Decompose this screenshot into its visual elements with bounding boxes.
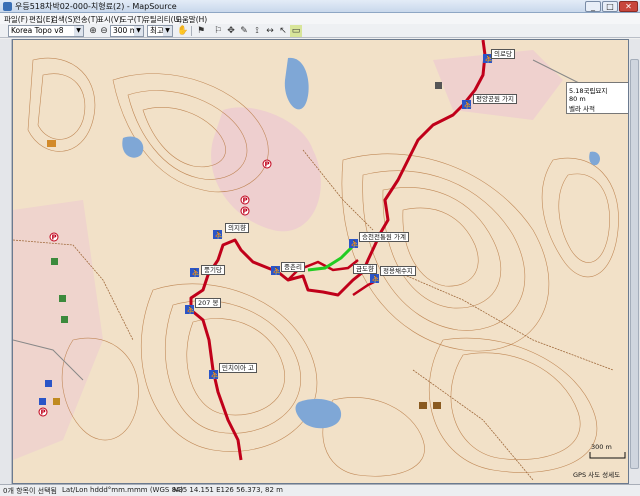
- svg-text:P: P: [41, 409, 46, 417]
- map-product-value: Korea Topo v8: [11, 26, 64, 35]
- spot-label: 벨라 사적: [569, 105, 595, 113]
- app-icon: [3, 2, 12, 11]
- detail-select[interactable]: 최고 ▼: [147, 25, 173, 37]
- title-bar: 우등518차박02-000-치형료(2) - MapSource _ □ ✕: [0, 0, 640, 13]
- svg-text:P: P: [243, 197, 248, 205]
- toolbar-separator: [191, 26, 192, 36]
- zoom-level-select[interactable]: 300 m ▼: [110, 25, 144, 37]
- pencil-icon[interactable]: ✎: [238, 25, 250, 37]
- map-hand-icon[interactable]: ✋: [177, 25, 189, 37]
- svg-text:⛹: ⛹: [372, 275, 381, 284]
- status-selection: 0개 항목이 선택됨: [3, 487, 57, 495]
- toolbar: Korea Topo v8 ▼ ⊕ ⊖ 300 m ▼ 최고 ▼ ✋ ⚑ ⚐ ✥…: [0, 24, 640, 38]
- svg-text:P: P: [265, 161, 270, 169]
- flag-icon[interactable]: ⚐: [212, 25, 224, 37]
- map-label-minchi[interactable]: 민치이아 고: [219, 363, 257, 373]
- chevron-down-icon: ▼: [134, 26, 143, 36]
- svg-text:P: P: [52, 234, 57, 242]
- svg-text:⛹: ⛹: [187, 306, 196, 315]
- scrollbar-thumb[interactable]: [630, 59, 639, 469]
- map-label-reservoir[interactable]: 정용채수지: [380, 266, 416, 276]
- map-label-punggidang[interactable]: 풍기당: [201, 265, 225, 275]
- track-icon[interactable]: ⟟: [251, 25, 263, 37]
- gps-note: GPS 사도 성세도: [573, 471, 621, 479]
- distance-label: 80 m: [569, 95, 586, 103]
- hiker-icon: ⛹: [349, 239, 359, 249]
- status-format: Lat/Lon hddd°mm.mmm (WGS 84): [62, 486, 184, 494]
- close-button[interactable]: ✕: [619, 1, 638, 12]
- svg-text:⛹: ⛹: [211, 371, 220, 380]
- map-label-seungcheon[interactable]: 승천전통원 가계: [359, 232, 409, 242]
- route-tool-icon[interactable]: ▭: [290, 25, 302, 37]
- minimize-button[interactable]: _: [585, 1, 601, 12]
- svg-text:⛹: ⛹: [351, 240, 360, 249]
- hiker-icon: ⛹: [462, 100, 472, 110]
- map-view[interactable]: ⛹ ⛹ ⛹ ⛹ ⛹ ⛹ ⛹ ⛹ ⛹ P P P P P P: [12, 39, 629, 484]
- svg-text:P: P: [243, 208, 248, 216]
- scale-label: 300 m: [591, 443, 612, 451]
- hiker-icon: ⛹: [271, 266, 281, 276]
- waypoint-icon[interactable]: ⚑: [195, 25, 207, 37]
- hiker-icon: ⛹: [370, 274, 380, 284]
- park-center-label: 5.18국립묘지: [569, 87, 608, 95]
- hiker-icon: ⛹: [185, 305, 195, 315]
- pan-icon[interactable]: ✥: [225, 25, 237, 37]
- topo-map[interactable]: ⛹ ⛹ ⛹ ⛹ ⛹ ⛹ ⛹ ⛹ ⛹ P P P P P P: [13, 40, 629, 484]
- svg-text:⛹: ⛹: [215, 231, 224, 240]
- status-bar: 0개 항목이 선택됨 Lat/Lon hddd°mm.mmm (WGS 84) …: [0, 484, 640, 496]
- hiker-icon: ⛹: [190, 268, 200, 278]
- chevron-down-icon: ▼: [163, 26, 172, 36]
- chevron-down-icon: ▼: [74, 26, 83, 36]
- map-label-geumdo[interactable]: 금도향: [353, 264, 377, 274]
- svg-text:⛹: ⛹: [273, 267, 282, 276]
- svg-text:⛹: ⛹: [192, 269, 201, 278]
- detail-value: 최고: [150, 26, 164, 35]
- menu-bar: 파일(F) 편집(E) 검색(S) 전송(T) 표시(V) 도구(T) 유틸리티…: [0, 13, 640, 24]
- window-title: 우등518차박02-000-치형료(2) - MapSource: [15, 2, 177, 11]
- svg-text:⛹: ⛹: [464, 101, 473, 110]
- left-panel-collapsed[interactable]: [0, 39, 12, 484]
- vertical-scrollbar[interactable]: [629, 39, 640, 484]
- measure-icon[interactable]: ↔: [264, 25, 276, 37]
- hiker-icon: ⛹: [213, 230, 223, 240]
- map-label-uirodang[interactable]: 의로당: [491, 49, 515, 59]
- map-info-box[interactable]: 5.18국립묘지 80 m 벨라 사적: [566, 82, 628, 114]
- status-coords: N35 14.151 E126 56.373, 82 m: [173, 486, 283, 494]
- map-label-207[interactable]: 207 봉: [195, 298, 222, 308]
- map-product-select[interactable]: Korea Topo v8 ▼: [8, 25, 84, 37]
- zoom-out-icon[interactable]: ⊖: [98, 25, 110, 37]
- maximize-button[interactable]: □: [602, 1, 618, 12]
- map-label-jungchon[interactable]: 중촌리: [281, 262, 305, 272]
- map-label-uijihyang[interactable]: 의지향: [225, 223, 249, 233]
- hiker-icon: ⛹: [209, 370, 219, 380]
- select-icon[interactable]: ↖: [277, 25, 289, 37]
- map-label-park[interactable]: 평양공원 가지: [473, 94, 517, 104]
